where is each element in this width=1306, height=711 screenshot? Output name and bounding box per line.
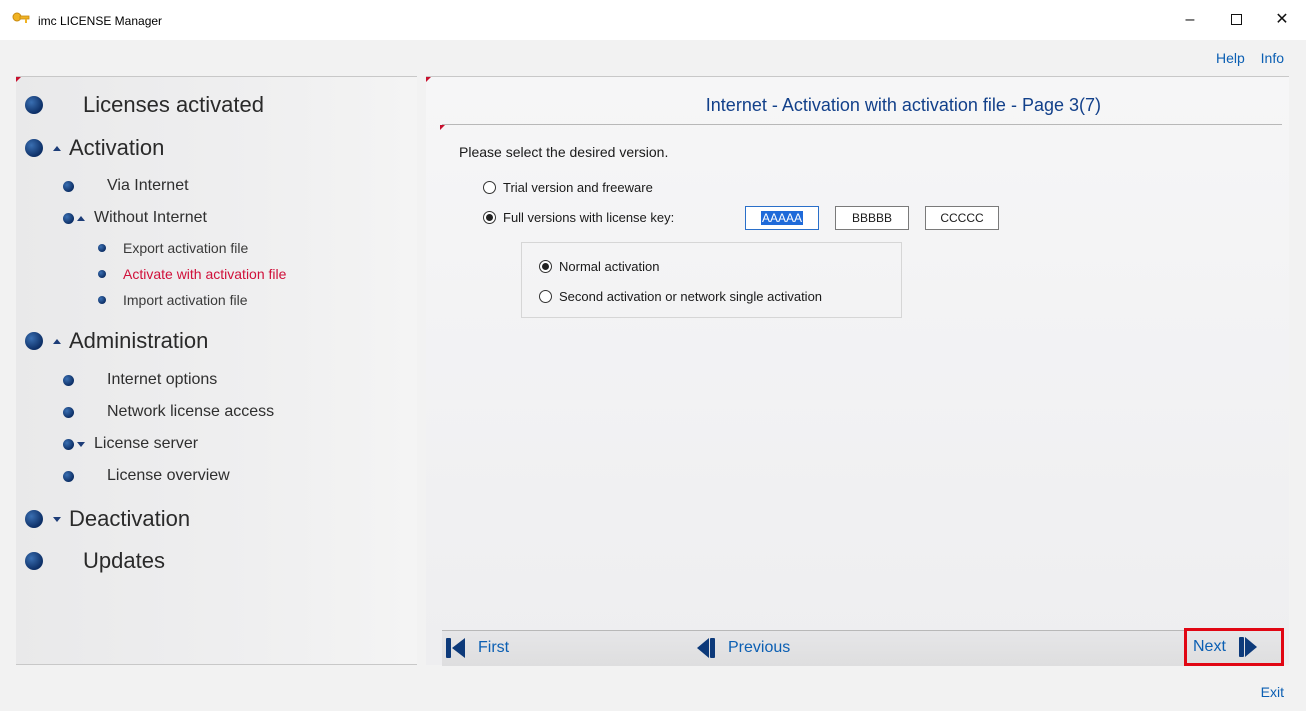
nav-label: License server xyxy=(94,435,199,452)
corner-mark xyxy=(440,125,445,130)
nav-network-license-access[interactable]: Network license access xyxy=(63,403,274,421)
radio-label: Second activation or network single acti… xyxy=(559,289,823,304)
radio-full-version[interactable]: Full versions with license key: xyxy=(483,210,674,225)
nav-label: License overview xyxy=(107,467,230,484)
nav-label: Import activation file xyxy=(123,292,248,308)
radio-normal-activation[interactable]: Normal activation xyxy=(539,259,659,274)
radio-label: Trial version and freeware xyxy=(503,180,653,195)
radio-label: Full versions with license key: xyxy=(503,210,675,225)
next-label: Next xyxy=(1193,638,1226,655)
bottom-navigation-bar xyxy=(442,630,1282,666)
nav-import-activation-file[interactable]: Import activation file xyxy=(98,292,248,308)
divider xyxy=(442,124,1282,125)
radio-icon xyxy=(483,181,496,194)
nav-administration[interactable]: Administration xyxy=(25,328,208,354)
nav-label: Via Internet xyxy=(107,177,189,194)
top-links: Help Info xyxy=(1204,50,1284,66)
nav-label: Updates xyxy=(83,548,165,573)
previous-icon xyxy=(697,638,715,658)
nav-deactivation[interactable]: Deactivation xyxy=(25,506,190,532)
first-icon xyxy=(446,638,465,658)
nav-label: Activate with activation file xyxy=(123,266,287,282)
bullet-icon xyxy=(63,180,74,192)
license-key-value: AAAAA xyxy=(760,211,804,225)
nav-activate-with-activation-file[interactable]: Activate with activation file xyxy=(98,266,286,282)
next-icon xyxy=(1238,637,1257,657)
bullet-icon xyxy=(25,139,43,157)
radio-icon xyxy=(539,290,552,303)
bullet-icon xyxy=(63,438,74,450)
license-key-value: BBBBB xyxy=(851,211,893,225)
bullet-icon xyxy=(25,552,43,570)
collapse-arrow-icon xyxy=(53,338,61,344)
bullet-icon xyxy=(98,244,106,252)
license-key-field-3[interactable]: CCCCC xyxy=(925,206,999,230)
previous-button[interactable]: Previous xyxy=(696,633,790,663)
nav-label: Licenses activated xyxy=(83,92,264,117)
title-bar: imc LICENSE Manager – ✕ xyxy=(0,0,1306,40)
nav-without-internet[interactable]: Without Internet xyxy=(63,209,207,227)
license-key-field-1[interactable]: AAAAA xyxy=(745,206,819,230)
nav-label: Administration xyxy=(69,328,209,353)
radio-checked-icon xyxy=(483,211,496,224)
bullet-icon xyxy=(63,406,74,418)
license-key-field-2[interactable]: BBBBB xyxy=(835,206,909,230)
bullet-icon xyxy=(25,510,43,528)
key-icon xyxy=(12,12,30,23)
collapse-arrow-icon xyxy=(53,145,61,151)
nav-via-internet[interactable]: Via Internet xyxy=(63,177,189,195)
exit-link[interactable]: Exit xyxy=(1261,684,1284,700)
nav-internet-options[interactable]: Internet options xyxy=(63,371,217,389)
maximize-icon xyxy=(1230,14,1242,26)
activation-type-group xyxy=(521,242,902,318)
info-link[interactable]: Info xyxy=(1261,50,1284,66)
nav-license-overview[interactable]: License overview xyxy=(63,467,230,485)
bullet-icon xyxy=(63,470,74,482)
nav-label: Network license access xyxy=(107,403,275,420)
bullet-icon xyxy=(25,332,43,350)
nav-licenses-activated[interactable]: Licenses activated xyxy=(25,92,264,118)
bullet-icon xyxy=(63,374,74,386)
help-link[interactable]: Help xyxy=(1216,50,1245,66)
nav-export-activation-file[interactable]: Export activation file xyxy=(98,240,248,256)
radio-second-activation[interactable]: Second activation or network single acti… xyxy=(539,289,822,304)
expand-arrow-icon xyxy=(53,516,61,522)
navigation-panel: Licenses activated Activation Via Intern… xyxy=(16,76,417,665)
first-label: First xyxy=(478,639,510,656)
radio-checked-icon xyxy=(539,260,552,273)
page-title: Internet - Activation with activation fi… xyxy=(705,95,1101,115)
nav-label: Without Internet xyxy=(94,209,207,226)
nav-label: Deactivation xyxy=(69,506,191,531)
nav-activation[interactable]: Activation xyxy=(25,135,164,161)
radio-label: Normal activation xyxy=(559,259,660,274)
minimize-button[interactable]: – xyxy=(1167,0,1213,40)
main-panel: Internet - Activation with activation fi… xyxy=(426,76,1289,666)
window-title: imc LICENSE Manager xyxy=(38,14,163,28)
prompt-text: Please select the desired version. xyxy=(459,144,669,160)
radio-trial-version[interactable]: Trial version and freeware xyxy=(483,180,653,195)
expand-arrow-icon xyxy=(77,441,85,447)
previous-label: Previous xyxy=(728,639,791,656)
collapse-arrow-icon xyxy=(77,215,85,221)
nav-license-server[interactable]: License server xyxy=(63,435,198,453)
nav-label: Activation xyxy=(69,135,165,160)
first-button[interactable]: First xyxy=(446,633,509,663)
nav-updates[interactable]: Updates xyxy=(25,548,165,574)
corner-mark xyxy=(16,77,21,82)
bullet-icon xyxy=(98,296,106,304)
close-button[interactable]: ✕ xyxy=(1259,0,1305,40)
bullet-icon xyxy=(25,96,43,114)
next-button[interactable]: Next xyxy=(1184,628,1284,666)
nav-label: Export activation file xyxy=(123,240,249,256)
license-key-value: CCCCC xyxy=(940,211,984,225)
bullet-icon xyxy=(63,212,74,224)
nav-label: Internet options xyxy=(107,371,218,388)
corner-mark xyxy=(426,77,431,82)
bullet-icon xyxy=(98,270,106,278)
maximize-button[interactable] xyxy=(1213,0,1259,40)
